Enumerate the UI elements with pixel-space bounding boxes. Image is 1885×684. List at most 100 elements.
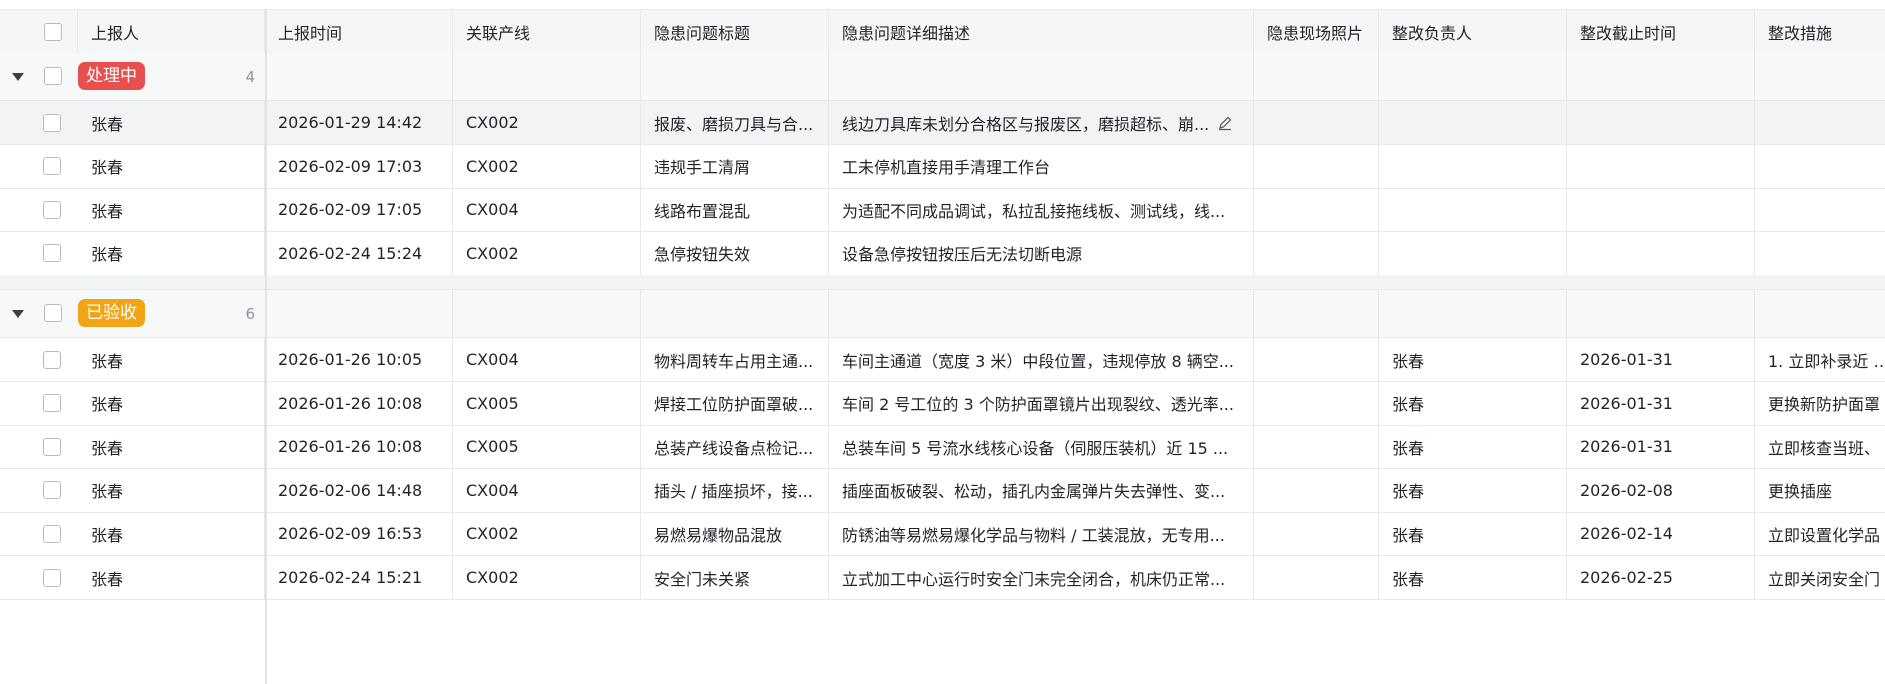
cell-deadline[interactable]: 2026-02-08 bbox=[1567, 468, 1755, 512]
cell-reporter[interactable]: 张春 bbox=[78, 231, 265, 275]
cell-line[interactable]: CX002 bbox=[453, 556, 641, 599]
cell-photo[interactable] bbox=[1254, 101, 1379, 144]
cell-photo[interactable] bbox=[1254, 468, 1379, 512]
cell-desc[interactable]: 设备急停按钮按压后无法切断电源 bbox=[829, 231, 1254, 275]
col-header-report-time[interactable]: 上报时间 bbox=[265, 10, 453, 53]
cell-measure[interactable]: 1. 立即补录近 15 bbox=[1755, 338, 1885, 381]
row-checkbox[interactable] bbox=[43, 437, 61, 456]
cell-photo[interactable] bbox=[1254, 381, 1379, 425]
group-checkbox[interactable] bbox=[44, 67, 62, 85]
cell-desc[interactable]: 工未停机直接用手清理工作台 bbox=[829, 144, 1254, 188]
frozen-column-divider[interactable] bbox=[265, 9, 267, 684]
caret-down-icon[interactable] bbox=[12, 73, 24, 81]
cell-title[interactable]: 急停按钮失效 bbox=[641, 231, 829, 275]
table-row[interactable]: 张春 2026-01-29 14:42 CX002 报废、磨损刀具与合... 线边刀具库… bbox=[0, 101, 1885, 145]
cell-time[interactable]: 2026-01-26 10:08 bbox=[265, 381, 453, 425]
cell-title[interactable]: 插头 / 插座损坏，接... bbox=[641, 468, 829, 512]
table-row[interactable]: 张春 2026-02-24 15:21 CX002 安全门未关紧 立式加工中心运行时安全… bbox=[0, 556, 1885, 600]
table-row[interactable]: 张春 2026-01-26 10:08 CX005 焊接工位防护面罩破... 车间 2 … bbox=[0, 381, 1885, 426]
cell-reporter[interactable]: 张春 bbox=[78, 338, 265, 381]
cell-time[interactable]: 2026-02-24 15:24 bbox=[265, 231, 453, 275]
cell-time[interactable]: 2026-02-24 15:21 bbox=[265, 556, 453, 599]
group-header-processing[interactable]: 处理中 4 bbox=[0, 53, 1885, 101]
table-row[interactable]: 张春 2026-02-24 15:24 CX002 急停按钮失效 设备急停按钮按压后无法… bbox=[0, 231, 1885, 276]
col-header-title[interactable]: 隐患问题标题 bbox=[641, 10, 829, 53]
edit-icon[interactable] bbox=[1217, 115, 1233, 131]
cell-owner[interactable]: 张春 bbox=[1379, 381, 1567, 425]
cell-measure[interactable]: 更换新防护面罩 bbox=[1755, 382, 1885, 425]
cell-photo[interactable] bbox=[1254, 188, 1379, 232]
cell-deadline[interactable]: 2026-02-25 bbox=[1567, 556, 1755, 599]
cell-measure[interactable]: 更换插座 bbox=[1755, 469, 1885, 512]
col-header-line[interactable]: 关联产线 bbox=[453, 10, 641, 53]
cell-owner[interactable] bbox=[1379, 144, 1567, 188]
cell-line[interactable]: CX002 bbox=[453, 231, 641, 275]
table-row[interactable]: 张春 2026-01-26 10:05 CX004 物料周转车占用主通... 车间主通道… bbox=[0, 338, 1885, 382]
cell-reporter[interactable]: 张春 bbox=[78, 468, 265, 512]
cell-line[interactable]: CX005 bbox=[453, 425, 641, 469]
cell-owner[interactable]: 张春 bbox=[1379, 425, 1567, 469]
cell-time[interactable]: 2026-02-09 17:05 bbox=[265, 188, 453, 232]
cell-deadline[interactable]: 2026-01-31 bbox=[1567, 425, 1755, 469]
table-row[interactable]: 张春 2026-01-26 10:08 CX005 总装产线设备点检记... 总装车间 … bbox=[0, 425, 1885, 470]
caret-down-icon[interactable] bbox=[12, 310, 24, 318]
cell-deadline[interactable] bbox=[1567, 144, 1755, 188]
cell-owner[interactable] bbox=[1379, 188, 1567, 232]
cell-owner[interactable]: 张春 bbox=[1379, 512, 1567, 556]
row-checkbox[interactable] bbox=[43, 113, 61, 132]
cell-desc[interactable]: 防锈油等易燃易爆化学品与物料 / 工装混放，无专用... bbox=[829, 512, 1254, 556]
cell-time[interactable]: 2026-02-09 16:53 bbox=[265, 512, 453, 556]
cell-desc[interactable]: 插座面板破裂、松动，插孔内金属弹片失去弹性、变... bbox=[829, 468, 1254, 512]
cell-measure[interactable] bbox=[1755, 145, 1885, 188]
cell-desc[interactable]: 为适配不同成品调试，私拉乱接拖线板、测试线，线... bbox=[829, 188, 1254, 232]
cell-photo[interactable] bbox=[1254, 556, 1379, 599]
cell-deadline[interactable] bbox=[1567, 231, 1755, 275]
cell-owner[interactable] bbox=[1379, 231, 1567, 275]
cell-photo[interactable] bbox=[1254, 338, 1379, 381]
cell-title[interactable]: 焊接工位防护面罩破... bbox=[641, 381, 829, 425]
cell-reporter[interactable]: 张春 bbox=[78, 556, 265, 599]
cell-title[interactable]: 物料周转车占用主通... bbox=[641, 338, 829, 381]
table-row[interactable]: 张春 2026-02-06 14:48 CX004 插头 / 插座损坏，接... 插座面… bbox=[0, 468, 1885, 513]
table-row[interactable]: 张春 2026-02-09 17:03 CX002 违规手工清屑 工未停机直接用手清理工… bbox=[0, 144, 1885, 189]
cell-owner[interactable]: 张春 bbox=[1379, 338, 1567, 381]
cell-deadline[interactable] bbox=[1567, 188, 1755, 232]
cell-deadline[interactable]: 2026-02-14 bbox=[1567, 512, 1755, 556]
table-row[interactable]: 张春 2026-02-09 16:53 CX002 易燃易爆物品混放 防锈油等易燃易爆化… bbox=[0, 512, 1885, 557]
group-header-accepted[interactable]: 已验收 6 bbox=[0, 290, 1885, 338]
col-header-owner[interactable]: 整改负责人 bbox=[1379, 10, 1567, 53]
cell-desc[interactable]: 总装车间 5 号流水线核心设备（伺服压装机）近 15 ... bbox=[829, 425, 1254, 469]
col-header-photo[interactable]: 隐患现场照片 bbox=[1254, 10, 1379, 53]
row-checkbox[interactable] bbox=[43, 524, 61, 543]
cell-time[interactable]: 2026-01-29 14:42 bbox=[265, 101, 453, 144]
cell-title[interactable]: 违规手工清屑 bbox=[641, 144, 829, 188]
col-header-measure[interactable]: 整改措施 bbox=[1755, 10, 1885, 53]
cell-title[interactable]: 线路布置混乱 bbox=[641, 188, 829, 232]
cell-deadline[interactable]: 2026-01-31 bbox=[1567, 338, 1755, 381]
cell-measure[interactable]: 立即核查当班、 bbox=[1755, 425, 1885, 468]
cell-owner[interactable] bbox=[1379, 101, 1567, 144]
cell-measure[interactable]: 立即设置化学品 bbox=[1755, 512, 1885, 555]
cell-measure[interactable]: 立即关闭安全门 bbox=[1755, 556, 1885, 599]
cell-time[interactable]: 2026-01-26 10:08 bbox=[265, 425, 453, 469]
row-checkbox[interactable] bbox=[43, 200, 61, 219]
cell-line[interactable]: CX002 bbox=[453, 101, 641, 144]
cell-line[interactable]: CX002 bbox=[453, 512, 641, 556]
cell-title[interactable]: 报废、磨损刀具与合... bbox=[641, 101, 829, 144]
cell-deadline[interactable]: 2026-01-31 bbox=[1567, 381, 1755, 425]
cell-desc[interactable]: 车间 2 号工位的 3 个防护面罩镜片出现裂纹、透光率... bbox=[829, 381, 1254, 425]
row-checkbox[interactable] bbox=[43, 157, 61, 176]
cell-reporter[interactable]: 张春 bbox=[78, 512, 265, 556]
cell-line[interactable]: CX004 bbox=[453, 188, 641, 232]
cell-reporter[interactable]: 张春 bbox=[78, 101, 265, 144]
cell-line[interactable]: CX005 bbox=[453, 381, 641, 425]
cell-photo[interactable] bbox=[1254, 512, 1379, 556]
table-row[interactable]: 张春 2026-02-09 17:05 CX004 线路布置混乱 为适配不同成品调试，私… bbox=[0, 188, 1885, 233]
cell-reporter[interactable]: 张春 bbox=[78, 144, 265, 188]
cell-measure[interactable] bbox=[1755, 101, 1885, 144]
cell-reporter[interactable]: 张春 bbox=[78, 425, 265, 469]
row-checkbox[interactable] bbox=[43, 568, 61, 587]
col-header-desc[interactable]: 隐患问题详细描述 bbox=[829, 10, 1254, 53]
cell-line[interactable]: CX004 bbox=[453, 338, 641, 381]
col-header-deadline[interactable]: 整改截止时间 bbox=[1567, 10, 1755, 53]
